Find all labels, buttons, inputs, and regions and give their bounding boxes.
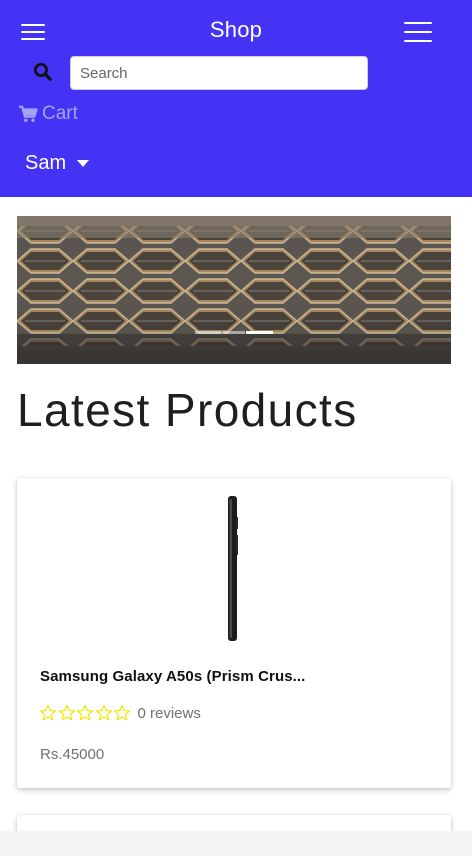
section-title: Latest Products: [17, 384, 358, 436]
shopping-cart-icon: [19, 105, 38, 123]
star-outline-icon: [95, 704, 112, 721]
star-outline-icon: [39, 704, 57, 721]
product-image[interactable]: [225, 495, 239, 642]
hero-carousel[interactable]: [17, 216, 451, 364]
carousel-indicator-active[interactable]: [246, 331, 273, 334]
carousel-image: [17, 216, 451, 364]
product-price: Rs.45000: [40, 746, 105, 763]
bottom-bar: [0, 831, 472, 856]
user-name: Sam: [25, 151, 67, 174]
user-dropdown[interactable]: Sam: [25, 150, 90, 176]
page: Shop Cart Sam: [0, 0, 472, 856]
carousel-indicator[interactable]: [223, 331, 245, 334]
brand-title[interactable]: Shop: [0, 17, 472, 43]
search-input[interactable]: [70, 56, 368, 90]
caret-down-icon: [77, 160, 90, 167]
cart-link[interactable]: Cart: [18, 102, 78, 126]
star-outline-icon: [113, 704, 131, 721]
hamburger-menu-icon: [404, 22, 432, 24]
navbar-collapse-toggle[interactable]: [404, 20, 434, 44]
navbar: Shop Cart Sam: [0, 0, 472, 197]
product-name-link[interactable]: Samsung Galaxy A50s (Prism Crus...: [40, 668, 305, 685]
search-icon: [34, 63, 52, 81]
carousel-indicator[interactable]: [195, 331, 221, 334]
product-card[interactable]: Samsung Galaxy A50s (Prism Crus... 0 rev…: [17, 478, 451, 788]
star-outline-icon: [58, 704, 75, 721]
star-outline-icon: [76, 704, 94, 721]
review-count: 0 reviews: [137, 704, 201, 722]
search-button[interactable]: [33, 62, 53, 82]
product-rating: 0 reviews: [39, 704, 201, 722]
cart-label: Cart: [42, 103, 78, 124]
